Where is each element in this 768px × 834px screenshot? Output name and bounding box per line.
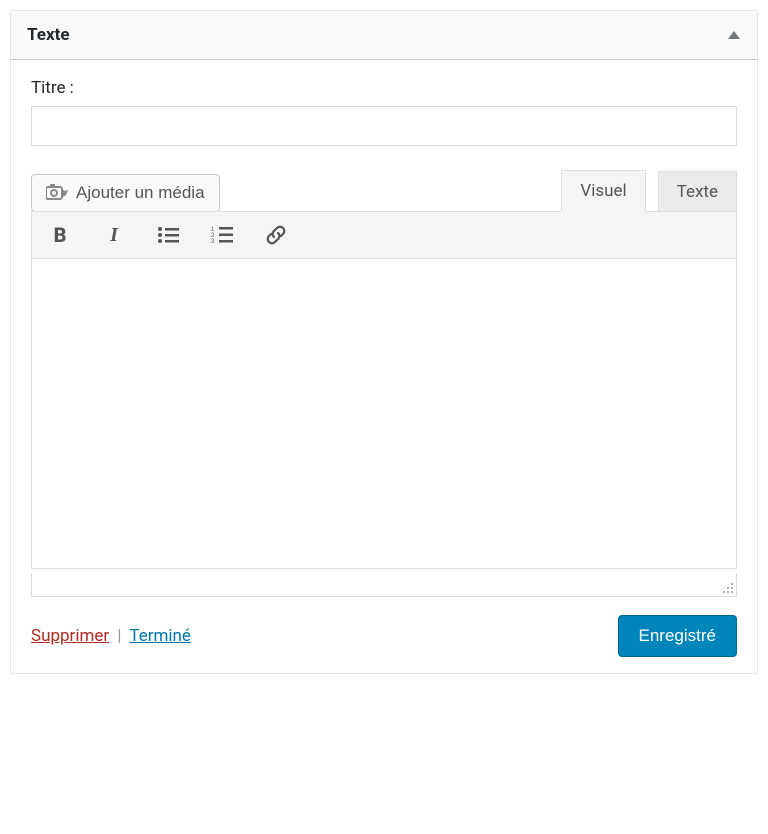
bold-button[interactable]: B: [46, 221, 74, 249]
text-widget: Texte Titre : Ajouter un média: [10, 10, 758, 674]
svg-text:3: 3: [211, 239, 215, 244]
delete-link[interactable]: Supprimer: [31, 626, 109, 646]
media-and-tabs-row: Ajouter un média Visuel Texte: [31, 170, 737, 212]
done-link[interactable]: Terminé: [129, 626, 191, 646]
separator: |: [117, 626, 121, 646]
widget-header[interactable]: Texte: [11, 11, 757, 60]
title-label: Titre :: [31, 78, 737, 98]
camera-icon: [46, 184, 68, 202]
editor: B I 1 2: [31, 211, 737, 597]
editor-content[interactable]: [31, 259, 737, 569]
widget-footer: Supprimer | Terminé Enregistré: [31, 615, 737, 657]
widget-body: Titre : Ajouter un média Visuel Texte: [11, 60, 757, 673]
collapse-icon[interactable]: [727, 30, 741, 40]
editor-toolbar: B I 1 2: [31, 211, 737, 259]
editor-tabs: Visuel Texte: [561, 170, 737, 212]
numbered-list-button[interactable]: 1 2 3: [208, 221, 236, 249]
resize-handle-icon[interactable]: [722, 582, 734, 594]
tab-visual[interactable]: Visuel: [561, 170, 645, 212]
save-button[interactable]: Enregistré: [618, 615, 737, 657]
link-button[interactable]: [262, 221, 290, 249]
widget-title: Texte: [27, 25, 70, 45]
title-input[interactable]: [31, 106, 737, 146]
tab-text[interactable]: Texte: [658, 171, 737, 212]
add-media-button[interactable]: Ajouter un média: [31, 174, 220, 212]
add-media-label: Ajouter un média: [76, 183, 205, 203]
bullet-list-button[interactable]: [154, 221, 182, 249]
italic-button[interactable]: I: [100, 221, 128, 249]
footer-links: Supprimer | Terminé: [31, 626, 191, 646]
editor-status-bar: [31, 573, 737, 597]
